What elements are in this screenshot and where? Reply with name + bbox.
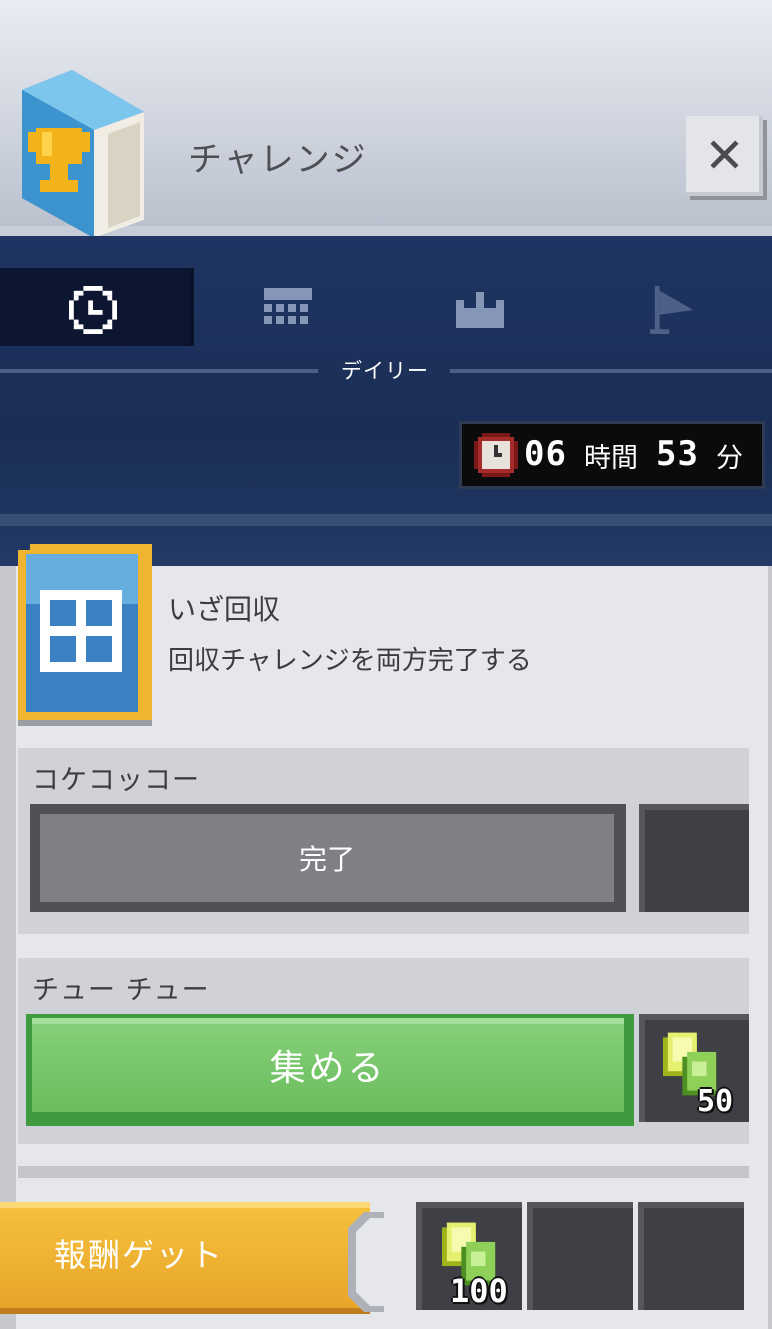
get-reward-label: 報酬ゲット <box>54 1236 225 1274</box>
calendar-icon <box>264 288 312 324</box>
band-stripe <box>0 514 772 526</box>
timer-hours-unit: 時間 <box>584 443 638 474</box>
trophy-book-icon <box>22 70 144 238</box>
nav-divider-right <box>450 369 772 373</box>
subtask-label: コケコッコー <box>32 765 200 796</box>
castle-icon <box>456 292 504 328</box>
ribbon-notch <box>348 1212 384 1312</box>
alarm-clock-icon <box>474 433 518 477</box>
reward-slot: 100 <box>416 1202 522 1310</box>
challenge-title: いざ回収 <box>168 593 281 626</box>
timer-hours: 06 <box>524 434 567 474</box>
reward-slot-empty <box>639 804 749 912</box>
reward-slot-empty <box>527 1202 633 1310</box>
collect-button[interactable]: 集める <box>26 1014 634 1126</box>
page-title: チャレンジ <box>188 140 368 180</box>
reward-quantity: 100 <box>450 1272 508 1310</box>
close-button[interactable]: ✕ <box>686 116 763 196</box>
reward-quantity: 50 <box>697 1084 734 1119</box>
tab-flag[interactable] <box>626 276 722 340</box>
timer-minutes-unit: 分 <box>716 443 743 474</box>
nav-divider-left <box>0 369 318 373</box>
challenge-description: 回収チャレンジを両方完了する <box>168 646 532 676</box>
collect-button-label: 集める <box>32 1018 624 1112</box>
active-tab-label: デイリー <box>341 359 429 383</box>
tab-kingdom[interactable] <box>432 276 528 340</box>
clock-icon <box>69 286 117 334</box>
close-icon: ✕ <box>704 128 745 184</box>
reward-slot-empty <box>638 1202 744 1310</box>
flag-icon <box>650 286 694 334</box>
subtask-label: チュー チュー <box>32 975 210 1006</box>
timer-minutes: 53 <box>656 434 699 474</box>
collect-challenge-icon <box>18 544 152 726</box>
reward-slot: 50 <box>639 1014 749 1122</box>
section-divider <box>18 1166 749 1178</box>
timer-badge: 06 時間 53 分 <box>462 424 762 486</box>
completed-label: 完了 <box>40 814 614 902</box>
completed-bar: 完了 <box>30 804 626 912</box>
tab-weekly[interactable] <box>240 276 336 340</box>
